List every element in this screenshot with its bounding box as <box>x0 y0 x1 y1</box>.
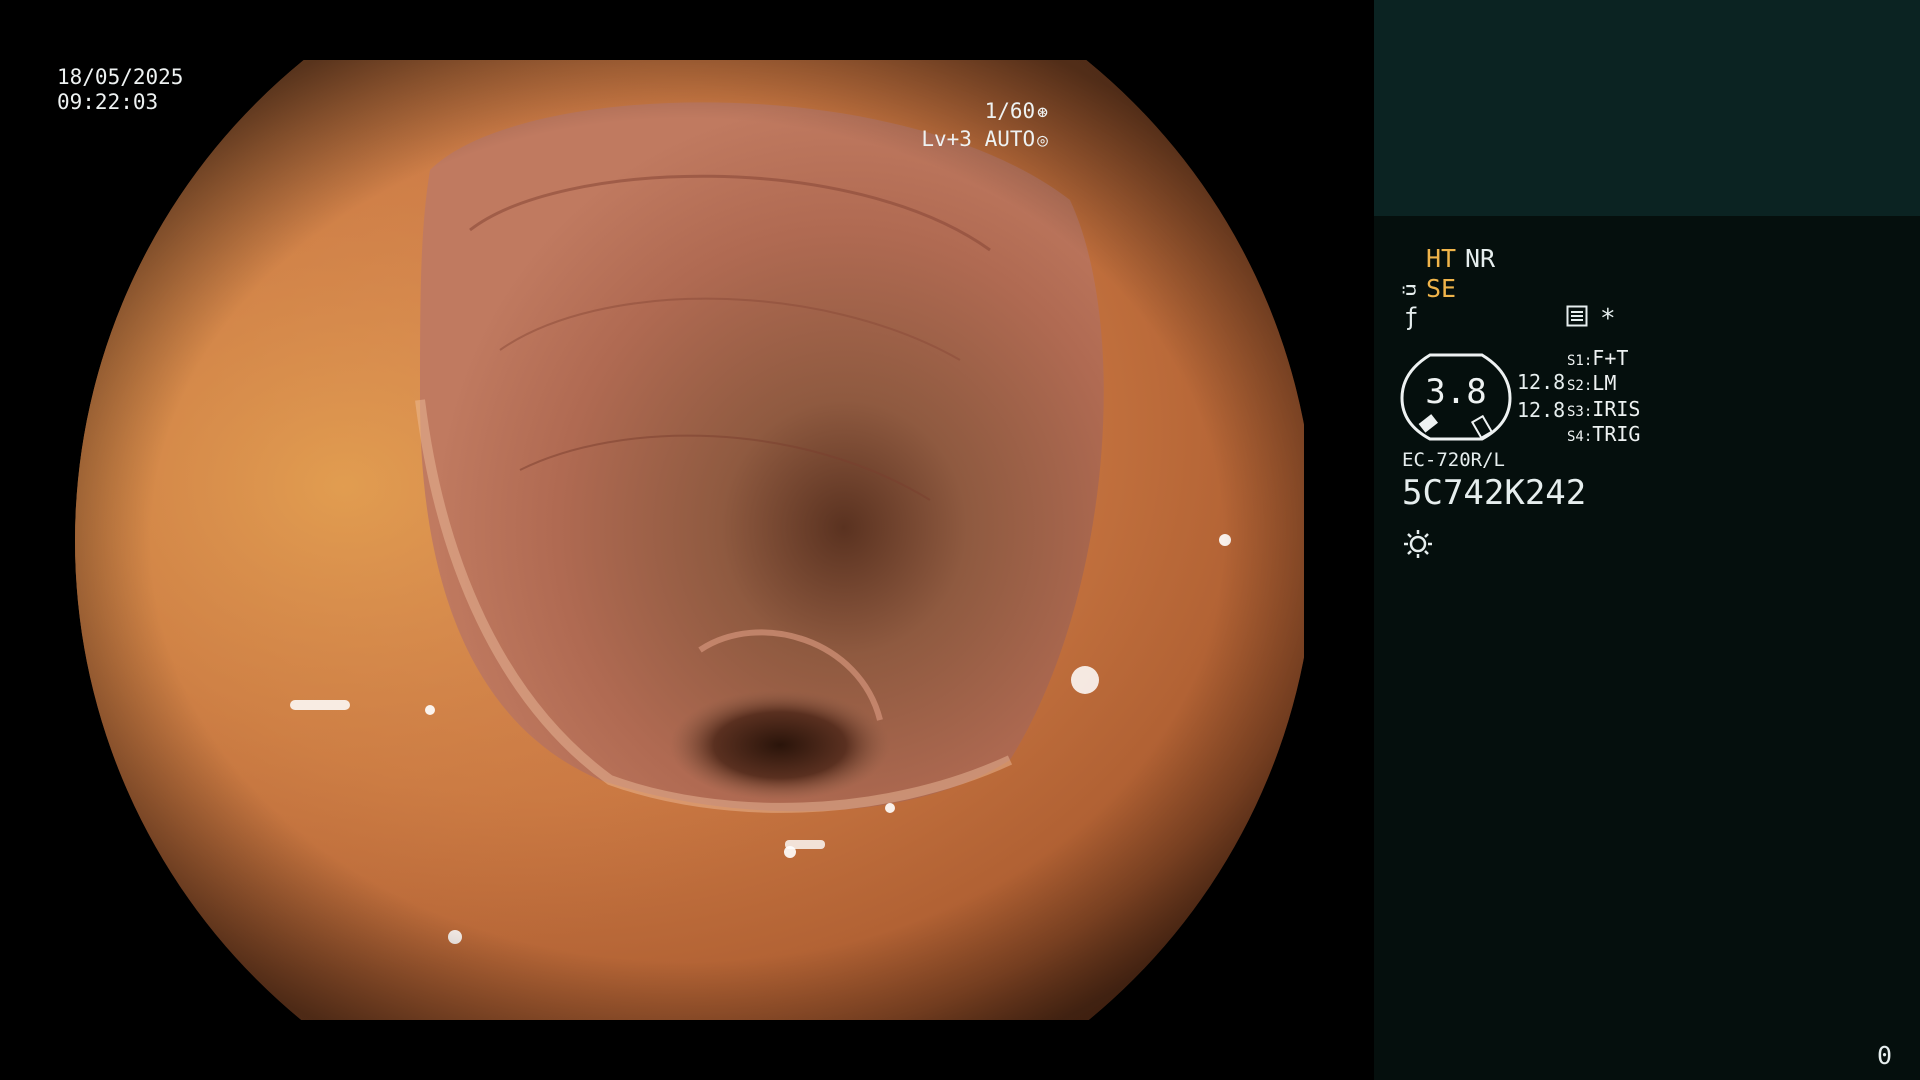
f-icon: ƒ <box>1404 303 1419 331</box>
frame-counter: 0 <box>1876 1041 1892 1070</box>
nr-indicator: NR <box>1465 244 1496 273</box>
info-panel: HT NR ᴞ SE ƒ * 3.8 12.8 12.8 S1:F+T S2:L… <box>1374 0 1920 1080</box>
panel-header-area <box>1374 0 1920 216</box>
sun-icon <box>1404 530 1432 558</box>
scope-serial: 5C742K242 <box>1402 473 1587 513</box>
ht-indicator: HT <box>1426 244 1457 273</box>
switch-4-assignment: S4:TRIG <box>1567 422 1641 446</box>
se-indicator: SE <box>1426 274 1457 303</box>
level-readout: Lv+3 AUTO ◎ <box>921 126 1048 154</box>
time-readout: 09:22:03 <box>57 90 159 114</box>
shutter-speed: 1/60 <box>984 99 1036 123</box>
endoscopic-image <box>75 60 1304 1020</box>
switch-1-assignment: S1:F+T <box>1567 346 1629 370</box>
scope-icon: ᴞ <box>1402 273 1417 301</box>
star-indicator: * <box>1600 304 1616 334</box>
gauge-left-value: 12.8 <box>1517 370 1566 394</box>
date-readout: 18/05/2025 <box>57 65 184 89</box>
scope-model: EC-720R/L <box>1402 449 1505 471</box>
brightness-level: Lv+3 AUTO <box>921 127 1036 151</box>
aperture-icon: ◎ <box>1037 130 1048 151</box>
shutter-readout: 1/60 ⊛ <box>985 98 1048 126</box>
switch-3-assignment: S3:IRIS <box>1567 397 1641 421</box>
switch-2-assignment: S2:LM <box>1567 371 1617 395</box>
shutter-icon: ⊛ <box>1037 102 1048 123</box>
list-icon <box>1566 305 1588 327</box>
gauge-right-value: 12.8 <box>1517 398 1566 422</box>
gauge-value: 3.8 <box>1425 372 1487 412</box>
endoscope-viewport: 18/05/2025 09:22:03 1/60 ⊛ Lv+3 AUTO ◎ <box>0 0 1374 1080</box>
